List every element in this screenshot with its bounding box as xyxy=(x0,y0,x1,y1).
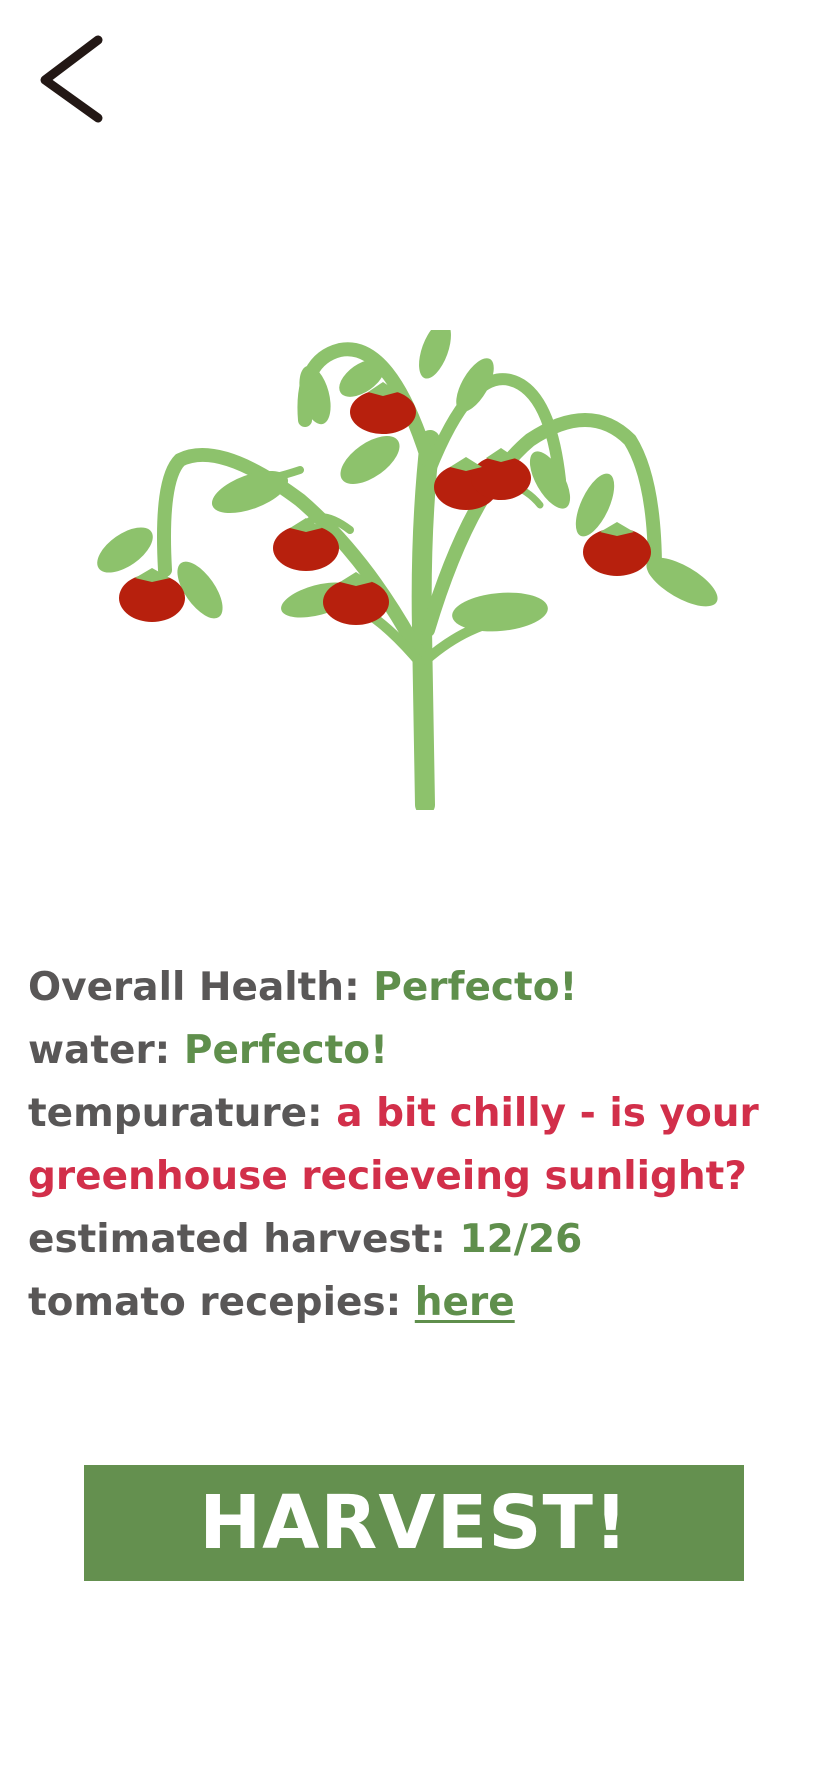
water-row: water: Perfecto! xyxy=(28,1019,828,1082)
plant-leaves xyxy=(97,330,718,632)
temperature-row-continued: greenhouse recieveing sunlight? xyxy=(28,1145,828,1208)
temperature-label: tempurature: xyxy=(28,1091,323,1136)
temperature-row: tempurature: a bit chilly - is your xyxy=(28,1082,828,1145)
chevron-left-icon xyxy=(40,35,103,123)
temperature-value-line2: greenhouse recieveing sunlight? xyxy=(28,1154,747,1199)
plant-stats: Overall Health: Perfecto! water: Perfect… xyxy=(28,956,828,1334)
overall-health-label: Overall Health: xyxy=(28,965,360,1010)
overall-health-value: Perfecto! xyxy=(373,965,578,1010)
recipes-row: tomato recepies: here xyxy=(28,1271,828,1334)
water-value: Perfecto! xyxy=(183,1028,388,1073)
overall-health-row: Overall Health: Perfecto! xyxy=(28,956,828,1019)
tomato-plant-illustration xyxy=(97,330,718,810)
estimated-harvest-row: estimated harvest: 12/26 xyxy=(28,1208,828,1271)
harvest-button[interactable]: HARVEST! xyxy=(84,1465,744,1581)
back-button[interactable] xyxy=(30,30,110,130)
estimated-harvest-value: 12/26 xyxy=(459,1217,583,1262)
water-label: water: xyxy=(28,1028,171,1073)
recipes-link[interactable]: here xyxy=(415,1280,515,1325)
temperature-value-line1: a bit chilly - is your xyxy=(336,1091,759,1136)
recipes-label: tomato recepies: xyxy=(28,1280,402,1325)
estimated-harvest-label: estimated harvest: xyxy=(28,1217,446,1262)
